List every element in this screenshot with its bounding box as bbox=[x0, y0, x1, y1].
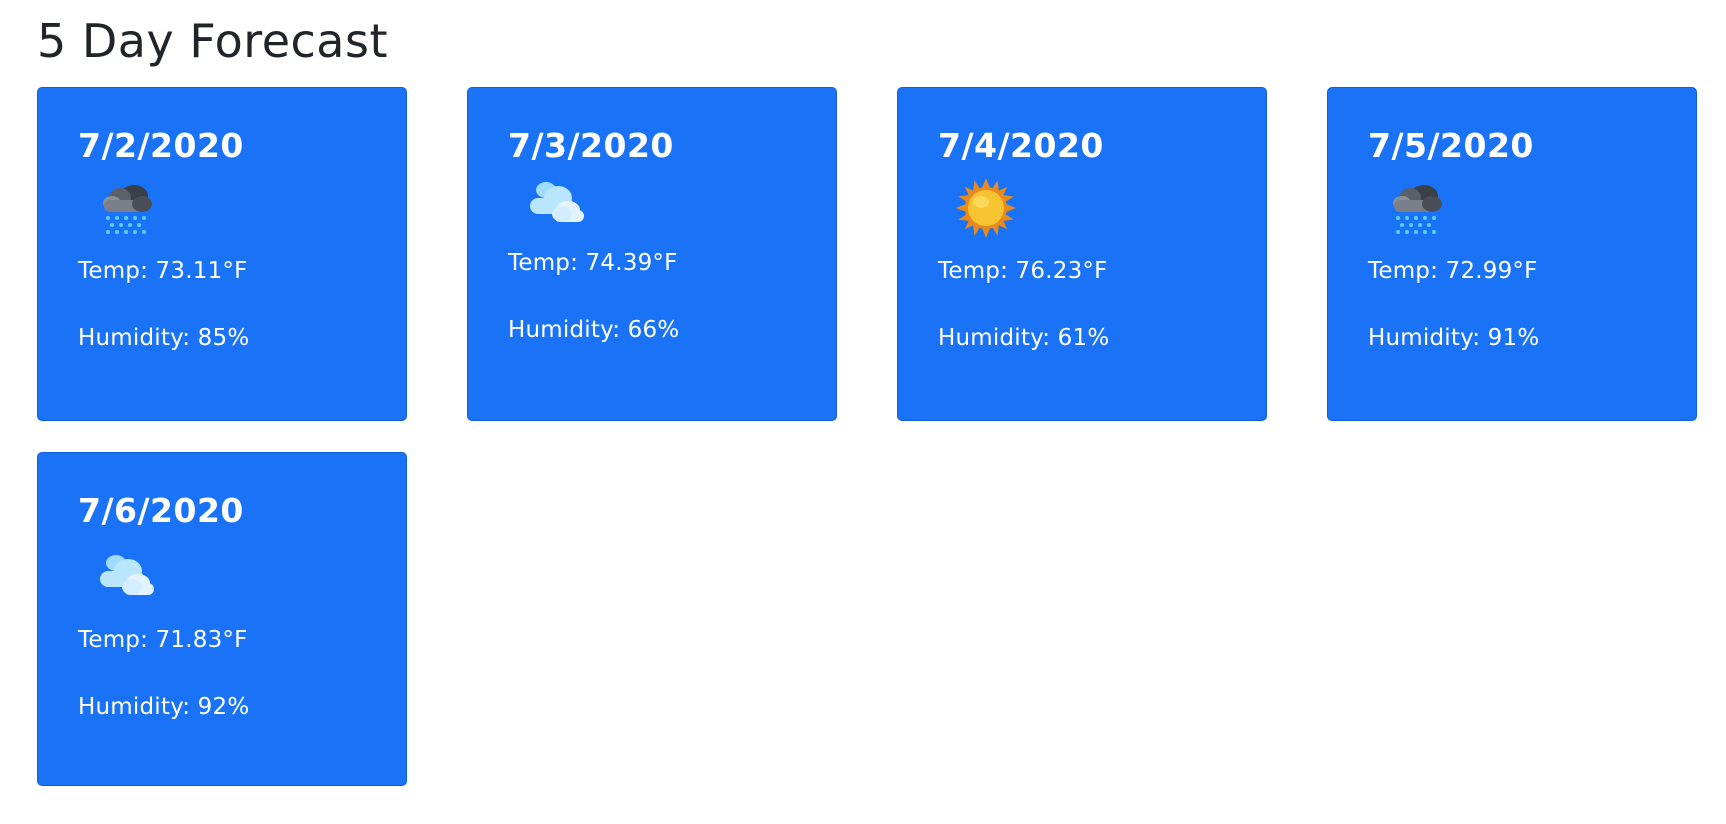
forecast-page: 5 Day Forecast 7/2/2020 Temp: 73.11°F Hu… bbox=[0, 0, 1726, 824]
forecast-card: 7/2/2020 Temp: 73.11°F Humidity: 85% bbox=[37, 87, 407, 421]
forecast-humidity: Humidity: 92% bbox=[78, 694, 250, 721]
forecast-date: 7/6/2020 bbox=[78, 491, 244, 530]
forecast-card: 7/6/2020 Temp: 71.83°F Humidity: 92% bbox=[37, 452, 407, 786]
rain-icon bbox=[94, 176, 158, 240]
forecast-grid: 7/2/2020 Temp: 73.11°F Humidity: 85% 7/3… bbox=[37, 87, 1697, 786]
forecast-card: 7/5/2020 Temp: 72.99°F Humidity: 91% bbox=[1327, 87, 1697, 421]
forecast-temp: Temp: 71.83°F bbox=[78, 626, 248, 653]
sun-icon bbox=[954, 176, 1018, 240]
forecast-temp: Temp: 76.23°F bbox=[938, 257, 1108, 284]
cloud-icon bbox=[524, 176, 588, 228]
forecast-date: 7/3/2020 bbox=[508, 126, 674, 165]
forecast-date: 7/4/2020 bbox=[938, 126, 1104, 165]
forecast-card: 7/4/2020 Temp: 76.23°F Humidity: 61% bbox=[897, 87, 1267, 421]
forecast-temp: Temp: 74.39°F bbox=[508, 249, 678, 276]
forecast-date: 7/2/2020 bbox=[78, 126, 244, 165]
cloud-icon bbox=[94, 541, 158, 605]
forecast-date: 7/5/2020 bbox=[1368, 126, 1534, 165]
forecast-temp: Temp: 72.99°F bbox=[1368, 257, 1538, 284]
forecast-humidity: Humidity: 85% bbox=[78, 325, 250, 352]
forecast-temp: Temp: 73.11°F bbox=[78, 257, 248, 284]
forecast-humidity: Humidity: 91% bbox=[1368, 325, 1540, 352]
forecast-title: 5 Day Forecast bbox=[37, 14, 388, 68]
forecast-humidity: Humidity: 66% bbox=[508, 317, 680, 344]
forecast-humidity: Humidity: 61% bbox=[938, 325, 1110, 352]
forecast-card: 7/3/2020 Temp: 74.39°F Humidity: 66% bbox=[467, 87, 837, 421]
rain-icon bbox=[1384, 176, 1448, 240]
